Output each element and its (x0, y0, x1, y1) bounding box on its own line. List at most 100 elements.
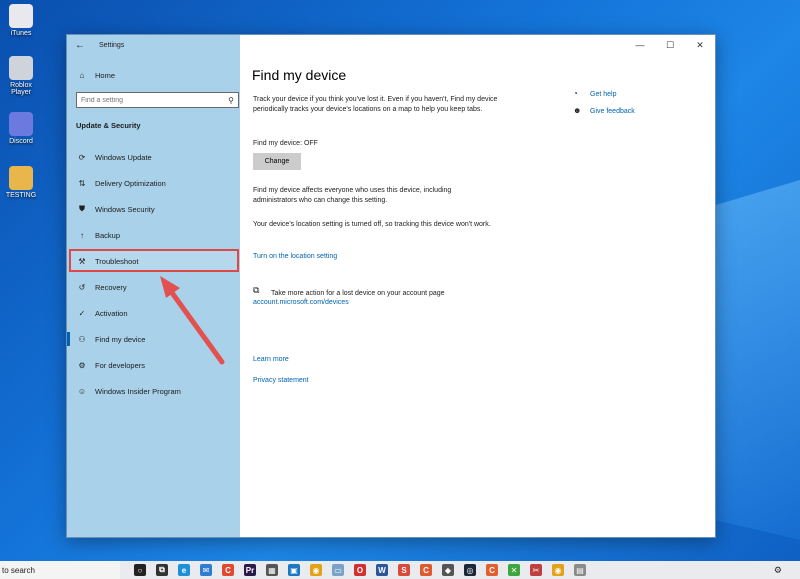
location-text: Your device's location setting is turned… (253, 221, 491, 228)
status-text: Find my device: OFF (253, 140, 318, 147)
sidebar-item-windows-insider[interactable]: ☺ Windows Insider Program (67, 381, 240, 401)
taskbar-icons: ○ ⧉ e ✉ C Pr ▦ ▣ ◉ ▭ O W S C ◆ ◎ C ✕ ✂ ◉ ▤ (134, 564, 596, 576)
sidebar-item-label: Backup (95, 230, 121, 240)
tray-settings-icon[interactable]: ⚙ (774, 565, 782, 576)
feedback-icon: ☻ (573, 106, 582, 115)
snip-icon[interactable]: ✂ (530, 564, 542, 576)
premiere-icon[interactable]: Pr (244, 564, 256, 576)
close-button[interactable]: ✕ (685, 35, 715, 55)
account-devices-link[interactable]: account.microsoft.com/devices (253, 299, 349, 306)
word-icon[interactable]: W (376, 564, 388, 576)
sidebar-item-label: Home (95, 70, 116, 80)
turn-on-location-link[interactable]: Turn on the location setting (253, 253, 337, 260)
sidebar-item-label: For developers (95, 360, 146, 370)
get-help-link[interactable]: Get help (590, 91, 616, 98)
app-title: Settings (99, 41, 125, 49)
desktop-icon-itunes[interactable]: iTunes (4, 4, 38, 37)
search-icon: ⚲ (228, 95, 234, 105)
maximize-button[interactable]: ☐ (655, 35, 685, 55)
main-content: — ☐ ✕ Find my device Track your device i… (240, 35, 715, 537)
minimize-button[interactable]: — (625, 35, 655, 55)
desktop-icon-testing[interactable]: TESTING (4, 166, 38, 199)
sidebar-item-label: Windows Update (95, 152, 152, 162)
person-locate-icon: ⚇ (78, 334, 86, 344)
opera-icon[interactable]: O (354, 564, 366, 576)
sidebar-item-label: Troubleshoot (95, 256, 139, 266)
desktop-icon-label: Roblox Player (10, 82, 32, 96)
desktop-icon-discord[interactable]: Discord (4, 112, 38, 145)
cortana-icon[interactable]: ○ (134, 564, 146, 576)
shield-icon: ⛊ (79, 204, 85, 213)
insider-icon: ☺ (77, 386, 87, 396)
sidebar-item-delivery-optimization[interactable]: ⇅ Delivery Optimization (67, 173, 240, 193)
app-c3-icon[interactable]: C (486, 564, 498, 576)
roblox-icon (9, 56, 33, 80)
taskbar-search[interactable]: to search (0, 561, 120, 579)
change-button[interactable]: Change (253, 153, 301, 170)
learn-more-link[interactable]: Learn more (253, 356, 289, 363)
discord-icon (9, 112, 33, 136)
app-s-icon[interactable]: S (398, 564, 410, 576)
back-arrow-icon[interactable]: ← (75, 40, 89, 51)
recovery-icon: ↺ (78, 282, 86, 292)
section-title: Update & Security (76, 121, 141, 130)
sidebar-item-label: Recovery (95, 282, 127, 292)
check-circle-icon: ✓ (78, 308, 86, 318)
files-icon[interactable]: ▭ (332, 564, 344, 576)
itunes-icon (9, 4, 33, 28)
sidebar-item-label: Windows Insider Program (95, 386, 181, 396)
desktop-icon-label: Discord (9, 138, 33, 145)
sidebar-item-windows-update[interactable]: ⟳ Windows Update (67, 147, 240, 167)
sidebar-item-label: Delivery Optimization (95, 178, 166, 188)
sidebar-item-label: Find my device (95, 334, 146, 344)
chrome2-icon[interactable]: ◉ (552, 564, 564, 576)
title-bar: ← Settings (67, 35, 240, 55)
taskbar: to search ○ ⧉ e ✉ C Pr ▦ ▣ ◉ ▭ O W S C ◆ ◎ C ✕ ✂ ◉ ▤ ⚙ (0, 561, 800, 579)
sidebar-item-find-my-device[interactable]: ⚇ Find my device (67, 329, 240, 349)
delivery-icon: ⇅ (78, 178, 86, 188)
chrome-icon[interactable]: ◉ (310, 564, 322, 576)
steam-icon[interactable]: ◎ (464, 564, 476, 576)
account-text: Take more action for a lost device on yo… (271, 290, 445, 297)
caption-buttons: — ☐ ✕ (625, 35, 715, 55)
description-text: Track your device if you think you've lo… (253, 96, 498, 113)
search-box[interactable]: ⚲ (76, 92, 239, 108)
devices-icon: ⧉ (253, 285, 260, 295)
wrench-icon: ⚒ (78, 256, 86, 266)
sidebar-item-label: Windows Security (95, 204, 155, 214)
calculator-icon[interactable]: ▦ (266, 564, 278, 576)
sidebar-item-for-developers[interactable]: ⚙ For developers (67, 355, 240, 375)
mail-icon[interactable]: ✉ (200, 564, 212, 576)
sidebar: ← Settings ⌂ Home ⚲ Update & Security ⟳ … (67, 35, 240, 537)
affects-text: Find my device affects everyone who uses… (253, 187, 452, 204)
backup-icon: ↑ (80, 230, 84, 240)
sidebar-item-label: Activation (95, 308, 128, 318)
app-c2-icon[interactable]: C (420, 564, 432, 576)
sidebar-item-recovery[interactable]: ↺ Recovery (67, 277, 240, 297)
sidebar-item-windows-security[interactable]: ⛊ Windows Security (67, 199, 240, 219)
sidebar-item-activation[interactable]: ✓ Activation (67, 303, 240, 323)
sidebar-item-backup[interactable]: ↑ Backup (67, 225, 240, 245)
roblox-task-icon[interactable]: ◆ (442, 564, 454, 576)
app-c-icon[interactable]: C (222, 564, 234, 576)
search-input[interactable] (81, 96, 221, 104)
store-icon[interactable]: ▣ (288, 564, 300, 576)
sidebar-item-home[interactable]: ⌂ Home (67, 65, 240, 85)
sync-icon: ⟳ (78, 152, 86, 162)
sidebar-item-troubleshoot[interactable]: ⚒ Troubleshoot (67, 251, 240, 271)
desktop-icon-label: TESTING (5, 192, 37, 199)
app-t-icon[interactable]: ▤ (574, 564, 586, 576)
edge-icon[interactable]: e (178, 564, 190, 576)
privacy-statement-link[interactable]: Privacy statement (253, 377, 309, 384)
folder-icon (9, 166, 33, 190)
get-help-icon: ◔ (573, 89, 578, 98)
give-feedback-link[interactable]: Give feedback (590, 108, 635, 115)
page-title: Find my device (252, 67, 347, 83)
task-view-icon[interactable]: ⧉ (156, 564, 168, 576)
settings-window: ← Settings ⌂ Home ⚲ Update & Security ⟳ … (66, 34, 716, 538)
desktop-icon-label: iTunes (10, 30, 32, 37)
home-icon: ⌂ (79, 70, 85, 80)
camtasia-icon[interactable]: ✕ (508, 564, 520, 576)
desktop-icon-roblox[interactable]: Roblox Player (4, 56, 38, 96)
developer-icon: ⚙ (78, 360, 86, 370)
